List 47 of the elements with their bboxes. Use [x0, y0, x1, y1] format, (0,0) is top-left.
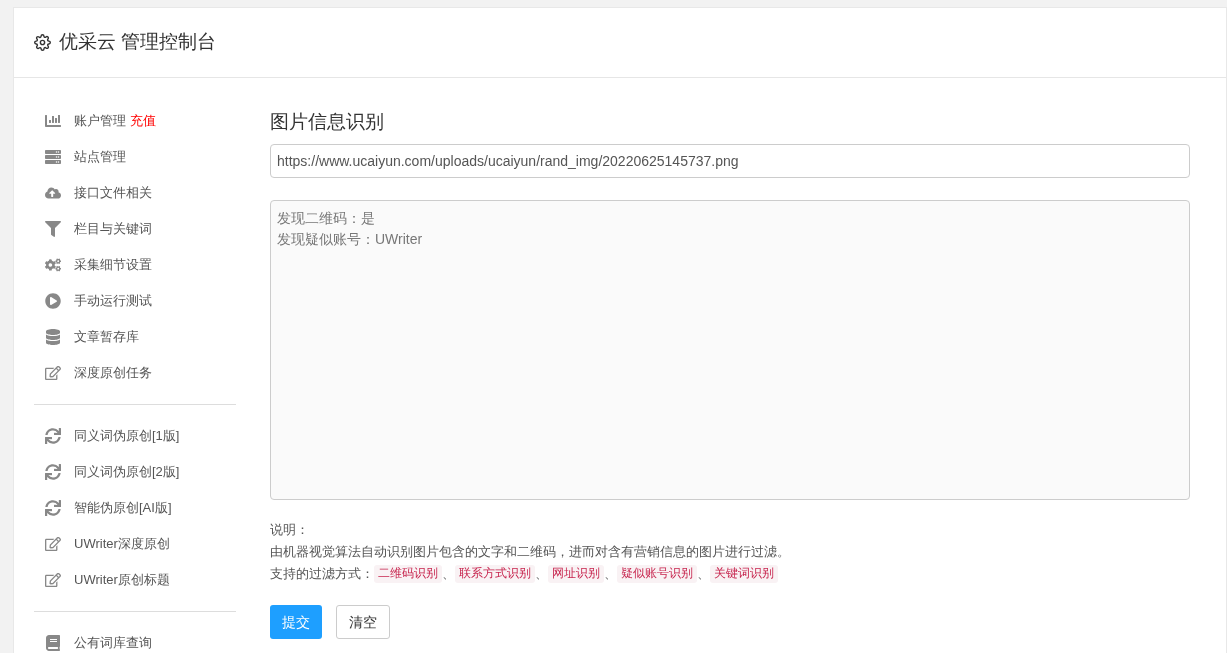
sidebar-link[interactable]: 手动运行测试: [74, 291, 152, 311]
filter-tag: 疑似账号识别: [617, 565, 697, 583]
sidebar-link[interactable]: 深度原创任务: [74, 363, 152, 383]
clear-button[interactable]: 清空: [336, 605, 390, 639]
sidebar-link[interactable]: UWriter深度原创: [74, 534, 170, 554]
console-title: 优采云 管理控制台: [59, 30, 217, 55]
sidebar-link[interactable]: 智能伪原创[AI版]: [74, 498, 172, 518]
settings-icon: [34, 34, 51, 51]
cloud-upload-icon: [45, 185, 61, 201]
bar-chart-icon: [45, 113, 61, 129]
page-heading: 图片信息识别: [270, 110, 385, 134]
database-icon: [45, 329, 61, 345]
sidebar-link[interactable]: 采集细节设置: [74, 255, 152, 275]
filter-tag: 二维码识别: [374, 565, 442, 583]
sidebar-link[interactable]: UWriter原创标题: [74, 570, 170, 590]
recharge-link[interactable]: 充值: [130, 111, 156, 131]
note-label: 说明：: [270, 521, 309, 539]
filter-label: 支持的过滤方式：: [270, 565, 374, 583]
server-icon: [45, 149, 61, 165]
filter-tag: 关键词识别: [710, 565, 778, 583]
filter-tag: 联系方式识别: [455, 565, 535, 583]
separator: 、: [604, 565, 617, 583]
gears-icon: [45, 257, 61, 273]
separator: 、: [442, 565, 455, 583]
sidebar-link[interactable]: 文章暂存库: [74, 327, 139, 347]
separator: 、: [535, 565, 548, 583]
sidebar-link[interactable]: 账户管理: [74, 111, 126, 131]
sidebar-link[interactable]: 接口文件相关: [74, 183, 152, 203]
edit-icon: [45, 536, 61, 552]
refresh-icon: [45, 464, 61, 480]
url-field[interactable]: https://www.ucaiyun.com/uploads/ucaiyun/rand_img/20220625145737.png: [270, 144, 1190, 178]
book-icon: [45, 635, 61, 651]
separator: 、: [697, 565, 710, 583]
filter-tag: 网址识别: [548, 565, 604, 583]
edit-icon: [45, 365, 61, 381]
sidebar-link[interactable]: 同义词伪原创[2版]: [74, 462, 180, 482]
note-text: 由机器视觉算法自动识别图片包含的文字和二维码，进而对含有营销信息的图片进行过滤。: [270, 543, 790, 561]
refresh-icon: [45, 500, 61, 516]
sidebar-link[interactable]: 栏目与关键词: [74, 219, 152, 239]
sidebar-link[interactable]: 公有词库查询: [74, 633, 152, 653]
result-field[interactable]: 发现二维码：是 发现疑似账号：UWriter: [270, 200, 1190, 500]
filter-icon: [45, 221, 61, 237]
refresh-icon: [45, 428, 61, 444]
sidebar-link[interactable]: 站点管理: [74, 147, 126, 167]
edit-icon: [45, 572, 61, 588]
play-icon: [45, 293, 61, 309]
sidebar-link[interactable]: 同义词伪原创[1版]: [74, 426, 180, 446]
